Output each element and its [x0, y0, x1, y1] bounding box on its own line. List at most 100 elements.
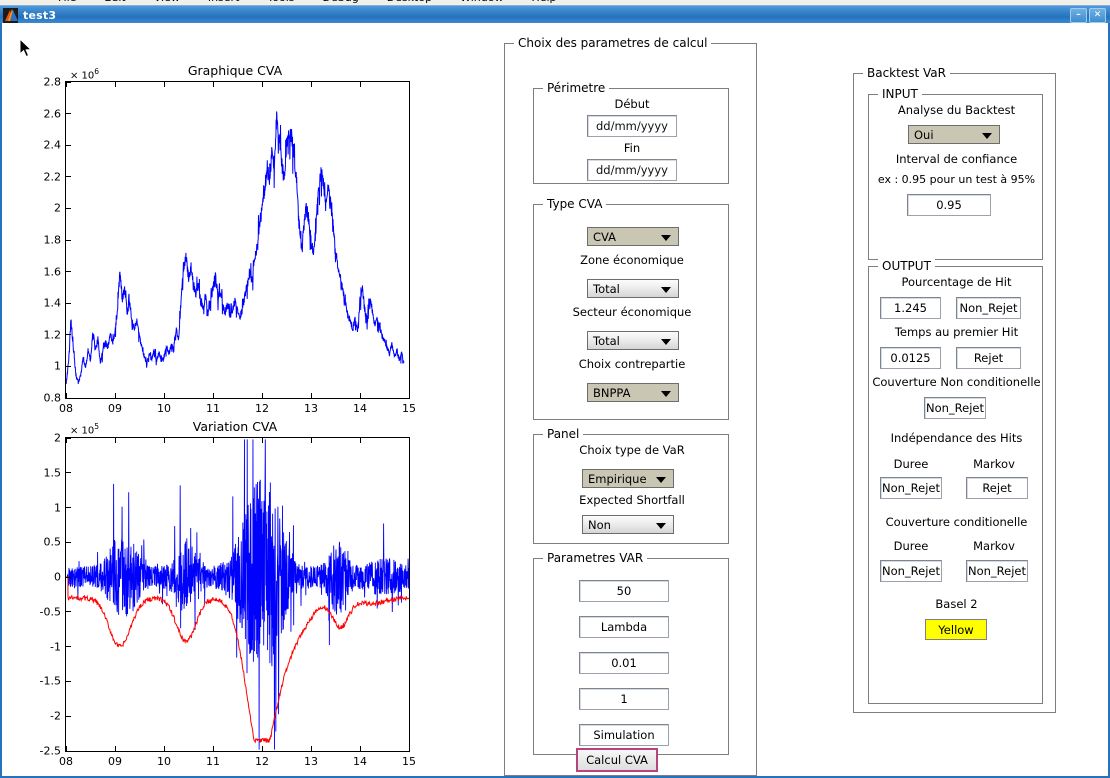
- chart-variation-xtick: 15: [402, 755, 416, 768]
- couverture-conditionelle-markov-verdict[interactable]: Non_Rejet: [966, 560, 1028, 582]
- chart-cva-ytick: 2.2: [43, 170, 62, 184]
- tick-mark: [212, 82, 214, 87]
- title-bar: test3 – ✕: [0, 5, 1110, 24]
- var-panel-title: Panel: [543, 427, 584, 441]
- zone-economique-label: Zone économique: [580, 253, 684, 267]
- menu-item-desktop[interactable]: Desktop: [387, 0, 432, 4]
- menu-item-file[interactable]: File: [58, 0, 76, 4]
- debut-label: Début: [614, 97, 650, 111]
- chart-variation-ytick: -2.5: [39, 744, 61, 758]
- mouse-cursor-icon: [20, 39, 33, 58]
- tick-mark: [66, 472, 71, 474]
- menu-item-debug[interactable]: Debug: [323, 0, 359, 4]
- tick-mark: [163, 438, 165, 443]
- tick-mark: [408, 393, 410, 398]
- tick-mark: [408, 82, 410, 87]
- couverture-conditionelle-duree-verdict[interactable]: Non_Rejet: [880, 560, 942, 582]
- chart-cva-ytick: 0.8: [43, 391, 62, 405]
- analyse-backtest-label: Analyse du Backtest: [897, 103, 1016, 117]
- var-panel: Panel Choix type de VaR Empirique Expect…: [533, 427, 729, 544]
- chart-variation-exponent-text: × 10: [70, 425, 95, 437]
- type-cva-select[interactable]: CVA: [587, 227, 679, 246]
- temps-premier-hit-value[interactable]: 0.0125: [880, 347, 941, 369]
- param-var-field-2[interactable]: Lambda: [579, 616, 669, 638]
- interval-confiance-label: Interval de confiance: [895, 152, 1018, 166]
- chart-variation-ytick: 1: [54, 501, 61, 515]
- tick-mark: [66, 365, 71, 367]
- menu-item-edit[interactable]: Edit: [104, 0, 125, 4]
- chart-cva-ytick: 1: [54, 359, 61, 373]
- tick-mark: [66, 507, 71, 509]
- tick-mark: [66, 81, 71, 83]
- tick-mark: [359, 746, 361, 751]
- chart-variation-xtick: 11: [206, 755, 220, 768]
- matlab-logo-icon: [3, 7, 18, 23]
- chart-cva-xtick: 14: [353, 402, 367, 415]
- pourcentage-hit-label: Pourcentage de Hit: [901, 275, 1012, 289]
- close-button[interactable]: ✕: [1089, 7, 1106, 23]
- chart-cva-exponent-text: × 10: [70, 70, 95, 82]
- independance-hits-label: Indépendance des Hits: [890, 431, 1023, 445]
- tick-mark: [261, 393, 263, 398]
- fin-input[interactable]: dd/mm/yyyy: [587, 159, 677, 181]
- tick-mark: [66, 541, 71, 543]
- tick-mark: [66, 750, 71, 752]
- type-cva-title: Type CVA: [543, 197, 607, 211]
- choix-contrepartie-select[interactable]: BNPPA: [587, 383, 679, 402]
- chart-cva-axes[interactable]: [65, 81, 410, 399]
- chart-variation-ytick: 0.5: [43, 535, 62, 549]
- analyse-backtest-select[interactable]: Oui: [908, 125, 1000, 144]
- basel-2-status[interactable]: Yellow: [925, 619, 987, 640]
- menu-item-view[interactable]: View: [154, 0, 180, 4]
- pourcentage-hit-value[interactable]: 1.245: [880, 297, 941, 319]
- tick-mark: [212, 746, 214, 751]
- temps-premier-hit-verdict[interactable]: Rejet: [956, 347, 1021, 369]
- couverture-conditionelle-markov-label: Markov: [973, 539, 1015, 553]
- tick-mark: [212, 438, 214, 443]
- tick-mark: [66, 437, 71, 439]
- choix-type-var-select[interactable]: Empirique: [582, 469, 674, 488]
- param-var-field-5[interactable]: Simulation: [579, 724, 669, 746]
- secteur-economique-select[interactable]: Total: [587, 331, 679, 350]
- chart-cva-ytick: 2: [54, 201, 61, 215]
- interval-confiance-input[interactable]: 0.95: [907, 194, 991, 216]
- tick-mark: [163, 82, 165, 87]
- chevron-down-icon: [661, 390, 671, 397]
- tick-mark: [66, 680, 71, 682]
- tick-mark: [261, 438, 263, 443]
- chart-cva-exponent: × 106: [70, 67, 99, 81]
- tick-mark: [66, 271, 71, 273]
- couverture-non-conditionelle-verdict[interactable]: Non_Rejet: [924, 397, 986, 419]
- menu-item-help[interactable]: Help: [531, 0, 556, 4]
- menu-item-insert[interactable]: Insert: [208, 0, 240, 4]
- tick-mark: [261, 746, 263, 751]
- calcul-cva-button[interactable]: Calcul CVA: [576, 748, 658, 772]
- param-var-field-1[interactable]: 50: [579, 580, 669, 602]
- interval-confiance-hint: ex : 0.95 pour un test à 95%: [877, 173, 1036, 186]
- tick-mark: [65, 438, 67, 443]
- tick-mark: [310, 746, 312, 751]
- tick-mark: [66, 397, 71, 399]
- tick-mark: [163, 393, 165, 398]
- tick-mark: [310, 438, 312, 443]
- chart-variation-xtick: 10: [157, 755, 171, 768]
- pourcentage-hit-verdict[interactable]: Non_Rejet: [956, 297, 1021, 319]
- menu-item-window[interactable]: Window: [460, 0, 503, 4]
- debut-input[interactable]: dd/mm/yyyy: [587, 115, 677, 137]
- chart-variation-exponent-power: 5: [94, 422, 100, 431]
- param-var-field-4[interactable]: 1: [579, 688, 669, 710]
- expected-shortfall-select[interactable]: Non: [582, 515, 674, 534]
- menu-item-tools[interactable]: Tools: [267, 0, 294, 4]
- zone-economique-select[interactable]: Total: [587, 279, 679, 298]
- param-var-field-3[interactable]: 0.01: [579, 652, 669, 674]
- tick-mark: [66, 176, 71, 178]
- chart-variation-axes[interactable]: [65, 437, 410, 752]
- chevron-down-icon: [982, 132, 992, 139]
- minimize-button[interactable]: –: [1070, 7, 1087, 23]
- tick-mark: [66, 715, 71, 717]
- independance-markov-verdict[interactable]: Rejet: [966, 477, 1028, 499]
- independance-markov-label: Markov: [973, 457, 1015, 471]
- tick-mark: [66, 334, 71, 336]
- independance-duree-verdict[interactable]: Non_Rejet: [880, 477, 942, 499]
- tick-mark: [212, 393, 214, 398]
